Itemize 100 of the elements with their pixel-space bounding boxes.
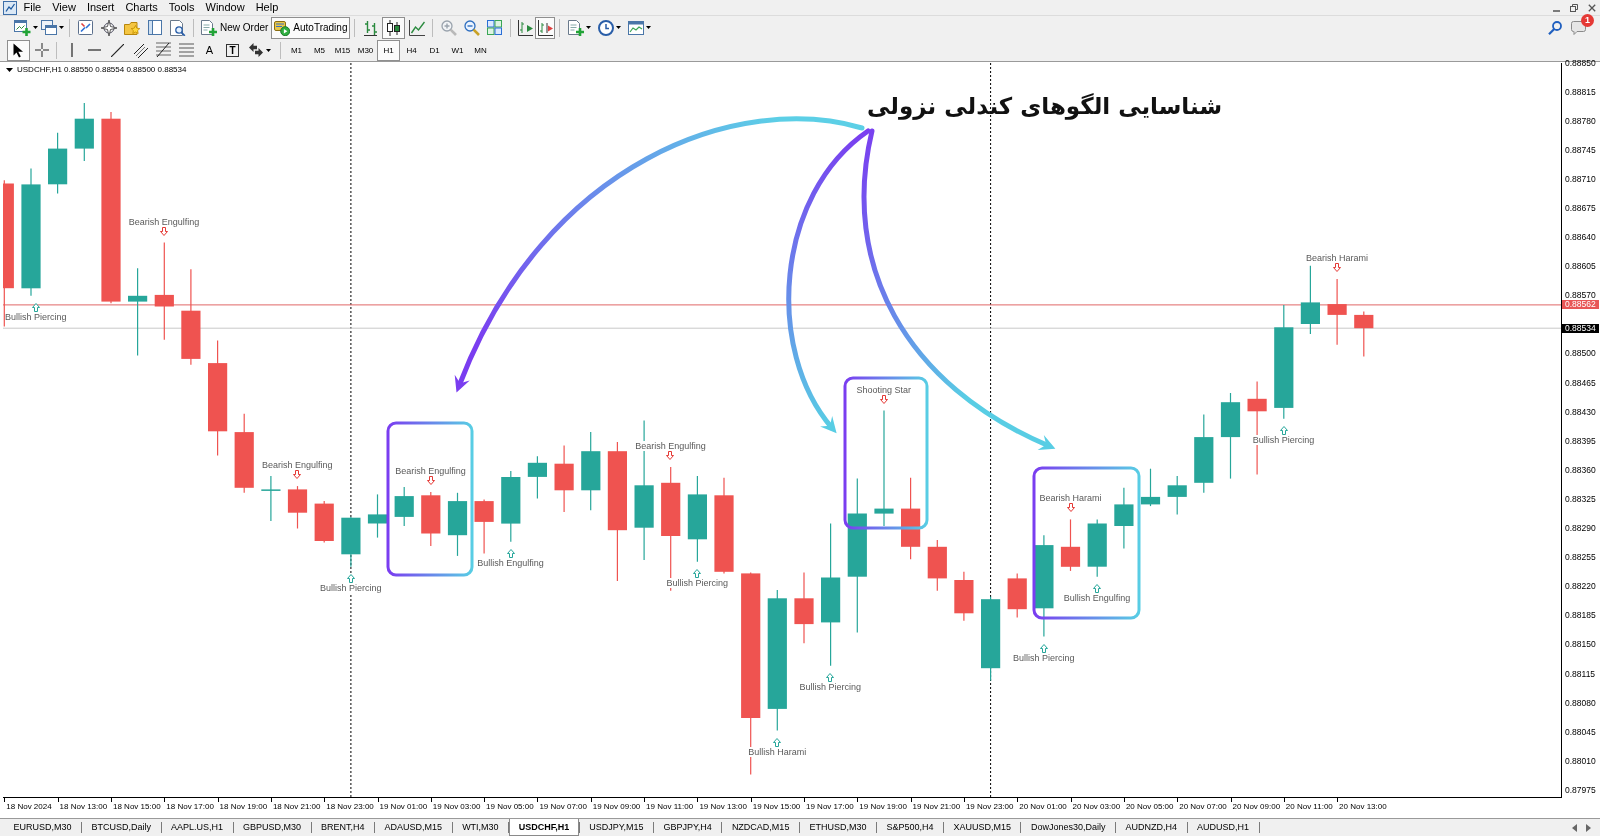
pattern-label: Bullish Piercing xyxy=(799,681,862,692)
chart-tab[interactable]: XAUUSD,M15 xyxy=(943,819,1021,836)
candlestick-chart-button[interactable] xyxy=(382,16,406,39)
caret-icon[interactable] xyxy=(585,26,591,29)
candlestick xyxy=(1114,487,1134,550)
chart-tab[interactable]: S&P500,H4 xyxy=(876,819,943,836)
up-arrow-icon xyxy=(31,302,40,312)
close-icon[interactable] xyxy=(1588,3,1596,12)
menu-item[interactable]: Charts xyxy=(119,0,164,15)
price-axis-label: 0.88570 xyxy=(1565,291,1596,301)
chart-tab[interactable]: EURUSD,M30 xyxy=(4,819,81,836)
text-label-button[interactable]: T xyxy=(221,39,244,61)
price-axis-label: 0.88255 xyxy=(1565,553,1596,563)
scroll-left-icon[interactable] xyxy=(1572,823,1577,832)
channel-icon xyxy=(133,42,148,58)
chart-window-icon[interactable] xyxy=(3,0,17,15)
time-axis-label: 18 Nov 17:00 xyxy=(164,798,214,812)
zoom-out-icon[interactable] xyxy=(463,19,480,36)
time-axis-label: 19 Nov 21:00 xyxy=(910,798,961,812)
chart-tab[interactable]: AUDUSD,H1 xyxy=(1187,819,1259,836)
search-icon[interactable] xyxy=(1548,20,1562,35)
restore-icon[interactable] xyxy=(1570,3,1578,12)
down-arrow-icon xyxy=(1333,263,1342,273)
menu-item[interactable]: Window xyxy=(200,0,251,15)
candlestick xyxy=(1060,518,1081,572)
timeframe-button[interactable]: H1 xyxy=(377,39,400,61)
timeframe-button[interactable]: W1 xyxy=(446,39,469,61)
timeframe-button[interactable]: H4 xyxy=(400,39,423,61)
cursor-button[interactable] xyxy=(7,39,30,61)
down-arrow-icon xyxy=(293,470,302,480)
menu-item[interactable]: View xyxy=(46,0,82,15)
time-axis-label: 19 Nov 13:00 xyxy=(697,798,747,812)
caret-icon[interactable] xyxy=(33,26,38,29)
triangle-icon[interactable] xyxy=(6,68,13,72)
grid-icon[interactable] xyxy=(487,20,503,35)
price-axis-label: 0.88815 xyxy=(1565,87,1596,97)
price-axis-label: 0.88115 xyxy=(1565,669,1596,679)
windows-icon[interactable] xyxy=(40,20,57,35)
time-axis-label: 20 Nov 05:00 xyxy=(1123,798,1174,812)
crosshair-icon xyxy=(34,43,49,57)
chart-tab[interactable]: ADAUSD,M15 xyxy=(375,819,452,836)
clock-icon[interactable] xyxy=(597,19,614,36)
price-tag: 0.88534 xyxy=(1562,323,1599,333)
up-arrow-icon xyxy=(773,737,782,747)
chart-tab[interactable]: GBPJPY,H4 xyxy=(654,819,722,836)
fibonacci-icon xyxy=(156,42,171,58)
new-order-button[interactable]: New Order xyxy=(198,16,272,39)
text-tool-button[interactable]: A xyxy=(198,39,221,61)
chart-tab[interactable]: BTCUSD,Daily xyxy=(82,819,161,836)
timeframe-button[interactable]: MN xyxy=(469,39,492,61)
menu-item[interactable]: Tools xyxy=(163,0,200,15)
chart-tab[interactable]: GBPUSD,M30 xyxy=(233,819,311,836)
caret-icon[interactable] xyxy=(615,26,621,29)
pattern-label: Bearish Harami xyxy=(1039,493,1102,504)
timeframe-button[interactable]: M5 xyxy=(308,39,331,61)
timeframe-button[interactable]: M30 xyxy=(354,39,377,61)
autoscroll-button[interactable] xyxy=(535,16,556,39)
window-panel-icon[interactable] xyxy=(147,20,162,35)
line-chart-icon xyxy=(408,19,425,36)
timeframe-button[interactable]: D1 xyxy=(423,39,446,61)
autotrading-button[interactable]: AutoTrading xyxy=(271,16,351,39)
menu-item[interactable]: Help xyxy=(250,0,284,15)
chart-plus-icon[interactable] xyxy=(14,19,31,36)
chart-tab[interactable]: USDJPY,M15 xyxy=(579,819,653,836)
price-axis-label: 0.88850 xyxy=(1565,58,1596,68)
chart-tab[interactable]: NZDCAD,M15 xyxy=(722,819,799,836)
pattern-label: Bearish Engulfing xyxy=(262,460,333,471)
timeframe-button[interactable]: M15 xyxy=(331,39,354,61)
timeframe-button[interactable]: M1 xyxy=(285,39,308,61)
time-axis-label: 18 Nov 2024 xyxy=(4,798,52,812)
quote-window-icon[interactable] xyxy=(78,20,93,35)
pattern-label: Bearish Engulfing xyxy=(635,441,706,451)
compass-icon[interactable] xyxy=(100,19,117,36)
chart-tab[interactable]: AUDNZD,H4 xyxy=(1116,819,1187,836)
caret-icon[interactable] xyxy=(645,26,651,29)
time-axis-label: 18 Nov 23:00 xyxy=(324,798,374,812)
chart-tab[interactable]: AAPL.US,H1 xyxy=(161,819,233,836)
scroll-right-icon[interactable] xyxy=(1586,823,1591,832)
candlestick xyxy=(394,486,414,527)
chart-window-icon[interactable] xyxy=(627,20,644,35)
time-axis-label: 18 Nov 21:00 xyxy=(270,798,321,812)
caret-icon xyxy=(266,48,271,52)
chart-symbol-info: USDCHF,H1 0.88550 0.88554 0.88500 0.88534 xyxy=(17,65,187,75)
candlestick xyxy=(474,498,494,554)
speech-bubble-icon[interactable] xyxy=(1571,20,1586,35)
folder-star-icon[interactable] xyxy=(123,20,140,35)
menu-item[interactable]: File xyxy=(18,0,47,15)
chart-tab[interactable]: BRENT,H4 xyxy=(311,819,375,836)
price-axis-label: 0.88640 xyxy=(1565,233,1596,243)
chart-tab[interactable]: ETHUSD,M30 xyxy=(799,819,876,836)
time-axis-label: 18 Nov 13:00 xyxy=(57,798,108,812)
time-axis-label: 19 Nov 05:00 xyxy=(484,798,534,812)
down-arrow-icon xyxy=(666,451,675,460)
caret-icon[interactable] xyxy=(58,26,64,29)
menu-item[interactable]: Insert xyxy=(81,0,120,15)
chart-tab[interactable]: DowJones30,Daily xyxy=(1021,819,1115,836)
chart-tab[interactable]: WTI,M30 xyxy=(452,819,509,836)
document-search-icon[interactable] xyxy=(169,19,186,36)
chart-tab[interactable]: USDCHF,H1 xyxy=(509,819,579,836)
document-plus-icon[interactable] xyxy=(567,19,584,36)
